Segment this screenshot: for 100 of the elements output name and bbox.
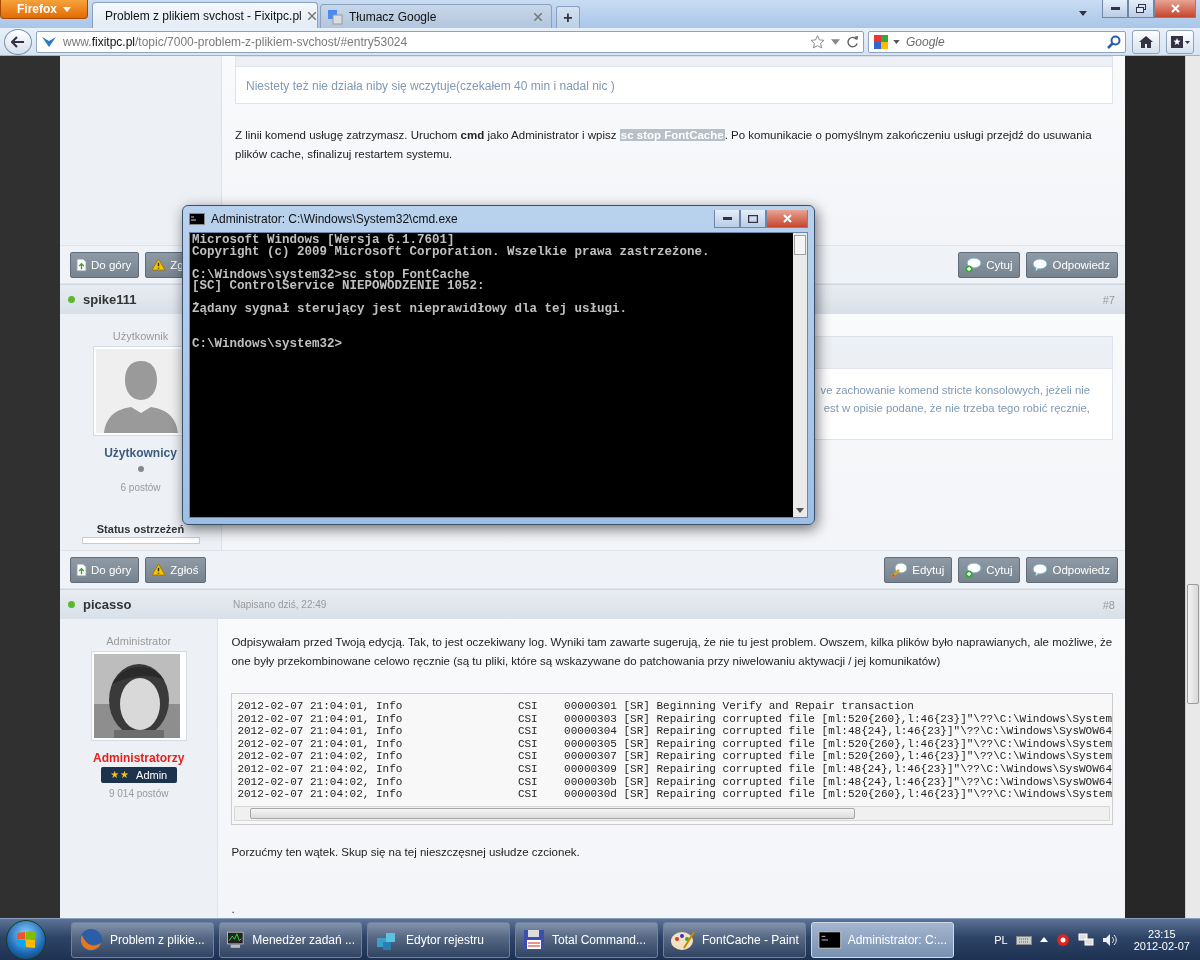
warning-icon — [151, 258, 167, 272]
scroll-down-icon — [796, 508, 804, 513]
log-message: [SR] Repairing corrupted file [ml:520{260},l:46{23}]"\??\C:\Windows\System — [623, 750, 1112, 763]
post-text: Porzućmy ten wątek. Skup się na tej nieszczęsnej usłudze czcionek. — [231, 845, 580, 860]
log-source: CSI — [517, 775, 539, 789]
maximize-icon — [748, 214, 758, 223]
scroll-thumb[interactable] — [1187, 584, 1199, 704]
log-message: [SR] Beginning Verify and Repair transaction — [623, 700, 914, 713]
minimize-icon — [722, 217, 732, 220]
start-button[interactable] — [6, 919, 46, 960]
log-id: 00000301 — [564, 700, 618, 713]
log-time: 2012-02-07 21:04:02, Info — [237, 788, 404, 801]
member-title: Administrator — [106, 635, 172, 647]
new-tab-button[interactable]: + — [556, 6, 580, 28]
log-id: 00000305 — [564, 737, 618, 751]
home-button[interactable] — [1132, 29, 1160, 54]
search-icon — [1107, 34, 1121, 49]
quote-button[interactable]: Cytuj — [958, 251, 1021, 278]
maximize-button[interactable] — [740, 210, 766, 228]
log-time: 2012-02-07 21:04:01, Info — [237, 712, 404, 726]
bookmark-star-icon — [810, 34, 825, 49]
pencil-bubble-icon — [890, 561, 909, 578]
clock[interactable]: 23:15 2012-02-07 — [1133, 927, 1190, 952]
close-icon — [782, 214, 792, 223]
close-icon — [534, 12, 542, 21]
horizontal-scrollbar[interactable] — [234, 806, 1110, 821]
log-source: CSI — [517, 762, 539, 776]
log-id: 00000304 — [564, 725, 618, 738]
minimize-icon — [1110, 7, 1120, 10]
close-button[interactable] — [766, 210, 808, 228]
back-button[interactable] — [4, 28, 32, 55]
browser-tab[interactable]: Tłumacz Google — [320, 4, 552, 28]
back-to-top-button[interactable]: Do góry — [70, 556, 140, 583]
quote-button[interactable]: Cytuj — [958, 556, 1021, 583]
taskbar-item[interactable]: Edytor rejestru — [367, 921, 510, 958]
member-group: Użytkownicy — [104, 445, 177, 460]
network-icon — [1077, 932, 1094, 947]
restore-icon — [1136, 4, 1146, 13]
reply-button[interactable]: Odpowiedz — [1026, 556, 1118, 583]
log-time: 2012-02-07 21:04:02, Info — [237, 775, 404, 789]
log-message: [SR] Repairing corrupted file [ml:48{24},l:46{23}]"\??\C:\Windows\SysWOW64 — [623, 775, 1112, 789]
console-output: Microsoft Windows [Wersja 6.1.7601] — [192, 235, 455, 247]
log-source: CSI — [517, 737, 539, 751]
post-count: 6 postów — [120, 481, 161, 493]
edit-button[interactable]: Edytuj — [884, 556, 953, 583]
log-id: 00000307 — [564, 750, 618, 763]
scroll-thumb[interactable] — [250, 808, 856, 819]
bookmarks-button[interactable] — [1166, 29, 1194, 54]
rank-stars: ★★ — [110, 769, 131, 781]
log-id: 00000309 — [564, 762, 618, 776]
home-icon — [1138, 34, 1154, 49]
close-button[interactable] — [1154, 0, 1196, 18]
scroll-thumb[interactable] — [794, 235, 806, 255]
alert-icon — [1055, 932, 1070, 947]
back-to-top-button[interactable]: Do góry — [70, 251, 140, 278]
author-name[interactable]: picasso — [83, 597, 132, 613]
quote-bubble-icon — [964, 256, 983, 273]
minimize-button[interactable] — [714, 210, 740, 228]
search-field[interactable]: Google — [904, 32, 1103, 51]
search-box[interactable]: Google — [868, 30, 1126, 53]
console-output: C:\Windows\system32> — [192, 338, 344, 350]
log-time: 2012-02-07 21:04:01, Info — [237, 700, 404, 713]
reply-button[interactable]: Odpowiedz — [1026, 251, 1118, 278]
page-icon — [76, 562, 87, 577]
console-output: C:\Windows\system32>sc stop FontCache — [192, 269, 470, 281]
console-scrollbar[interactable] — [793, 233, 807, 517]
globe-fox-icon — [78, 926, 104, 953]
tray-arrow-icon — [1039, 937, 1048, 942]
close-icon — [307, 11, 316, 20]
taskbar-item[interactable]: Total Command... — [515, 921, 658, 958]
post-date: Napisano dziś, 22:49 — [233, 599, 327, 611]
search-button[interactable] — [1107, 34, 1121, 49]
page-scrollbar[interactable] — [1185, 56, 1200, 918]
log-time: 2012-02-07 21:04:01, Info — [237, 737, 404, 751]
windows-logo-icon — [16, 929, 36, 950]
taskbar-item[interactable]: Menedżer zadań ... — [219, 921, 362, 958]
caret-icon — [63, 6, 71, 12]
log-source: CSI — [517, 700, 539, 713]
translate-icon — [327, 8, 343, 25]
minimize-button[interactable] — [1102, 0, 1128, 18]
address-field[interactable]: www.fixitpc.pl/topic/7000-problem-z-plikiem-svchost/#entry53024 — [36, 30, 864, 53]
author-name[interactable]: spike111 — [83, 292, 137, 308]
dropdown-arrow-icon — [831, 38, 840, 45]
console-output: Żądany sygnał sterujący jest nieprawidłowy dla tej usługi. — [192, 304, 629, 316]
quote-text: Niestety też nie działa niby się wczytuje(czekałem 40 min i nadal nic ) — [245, 78, 616, 95]
log-time: 2012-02-07 21:04:02, Info — [237, 750, 404, 763]
log-message: [SR] Repairing corrupted file [ml:520{260},l:46{23}]"\??\C:\Windows\System — [623, 712, 1112, 726]
language-indicator[interactable]: PL — [994, 933, 1008, 946]
browser-tab[interactable]: Problem z plikiem svchost - Fixitpc.pl — [92, 2, 318, 28]
window-title: Administrator: C:\Windows\System32\cmd.exe — [211, 212, 459, 226]
site-icon — [41, 34, 57, 49]
post-text: . — [231, 902, 235, 917]
page-icon — [76, 257, 87, 272]
report-button[interactable]: Zgłoś — [145, 556, 207, 583]
restore-button[interactable] — [1128, 0, 1154, 18]
taskbar-item[interactable]: Problem z plikie... — [71, 921, 214, 958]
log-id: 0000030d — [564, 788, 618, 801]
caret-icon — [1079, 10, 1087, 16]
star-list-icon — [1170, 34, 1190, 49]
taskbar-item[interactable]: FontCache - Paint — [663, 921, 806, 958]
